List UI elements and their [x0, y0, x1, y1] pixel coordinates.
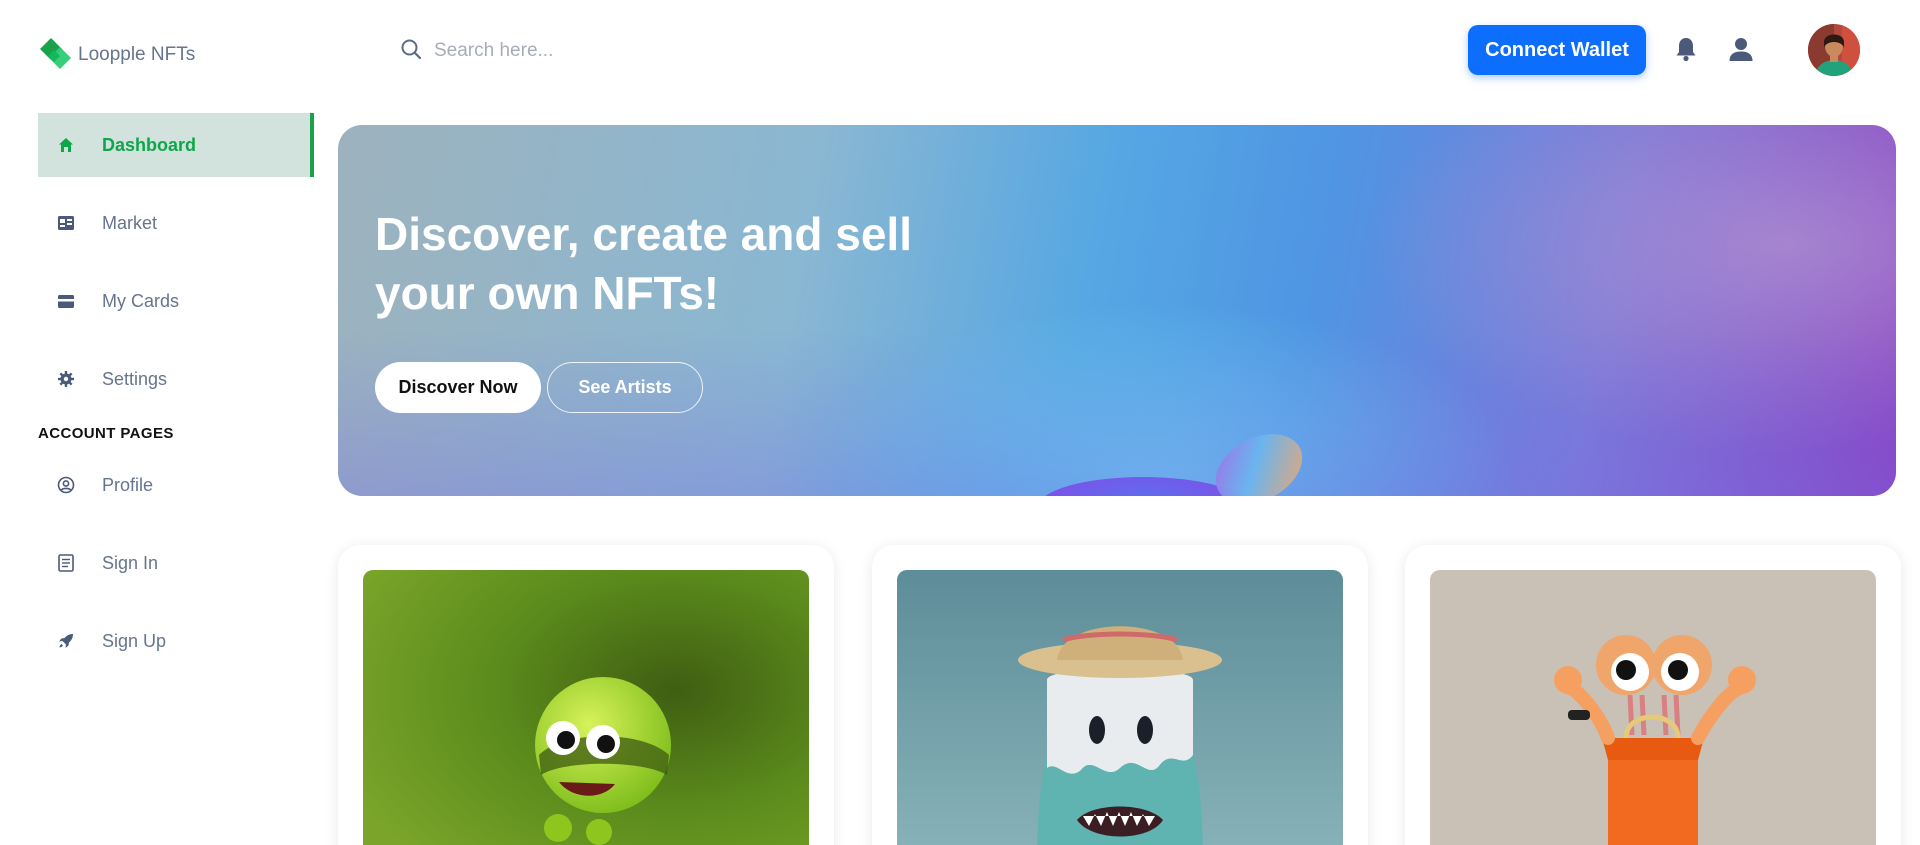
nft-image-green-character — [363, 570, 809, 845]
user-circle-icon — [57, 476, 75, 494]
search-bar — [400, 36, 820, 66]
bell-icon[interactable] — [1671, 34, 1701, 64]
rocket-icon — [57, 632, 75, 650]
brand[interactable]: Loopple NFTs — [38, 36, 195, 74]
sidebar-item-dashboard[interactable]: Dashboard — [38, 113, 314, 177]
sidebar-item-label: Profile — [102, 474, 154, 495]
document-icon — [57, 554, 75, 572]
account-pages-heading: ACCOUNT PAGES — [38, 425, 174, 442]
sidebar-item-sign-in[interactable]: Sign In — [38, 531, 314, 595]
sidebar-item-profile[interactable]: Profile — [38, 453, 314, 517]
sidebar-item-label: Settings — [102, 368, 168, 389]
card-icon — [57, 292, 75, 310]
sidebar-item-settings[interactable]: Settings — [38, 347, 314, 411]
search-input[interactable] — [434, 40, 794, 62]
gear-icon — [57, 370, 75, 388]
sidebar-item-label: My Cards — [102, 290, 180, 311]
hero-title: Discover, create and sell your own NFTs! — [375, 208, 912, 319]
see-artists-button[interactable]: See Artists — [547, 362, 703, 413]
decorative-blob — [1203, 420, 1315, 496]
sidebar-item-market[interactable]: Market — [38, 191, 314, 255]
brand-logo-icon — [38, 36, 76, 74]
avatar[interactable] — [1808, 24, 1860, 76]
connect-wallet-button[interactable]: Connect Wallet — [1468, 25, 1646, 75]
search-icon[interactable] — [400, 38, 422, 65]
nft-card[interactable] — [1405, 545, 1901, 845]
sidebar-nav: Dashboard Market My Cards Settings ACCOU… — [38, 113, 314, 687]
sidebar-item-sign-up[interactable]: Sign Up — [38, 609, 314, 673]
nft-image-orange-character — [1430, 570, 1876, 845]
sidebar-item-label: Sign In — [102, 552, 159, 573]
home-icon — [57, 136, 75, 154]
discover-now-button[interactable]: Discover Now — [375, 362, 541, 413]
brand-name: Loopple NFTs — [78, 44, 196, 65]
sidebar-item-label: Sign Up — [102, 630, 167, 651]
nft-card[interactable] — [338, 545, 834, 845]
user-icon[interactable] — [1726, 34, 1756, 64]
nft-card[interactable] — [872, 545, 1368, 845]
sidebar-item-label: Market — [102, 212, 158, 233]
nft-image-teal-monster — [897, 570, 1343, 845]
sidebar-item-label: Dashboard — [102, 134, 197, 155]
store-icon — [57, 214, 75, 232]
sidebar: Loopple NFTs Dashboard Market My Cards S… — [0, 0, 320, 845]
hero-banner: Discover, create and sell your own NFTs!… — [338, 125, 1896, 496]
sidebar-item-my-cards[interactable]: My Cards — [38, 269, 314, 333]
